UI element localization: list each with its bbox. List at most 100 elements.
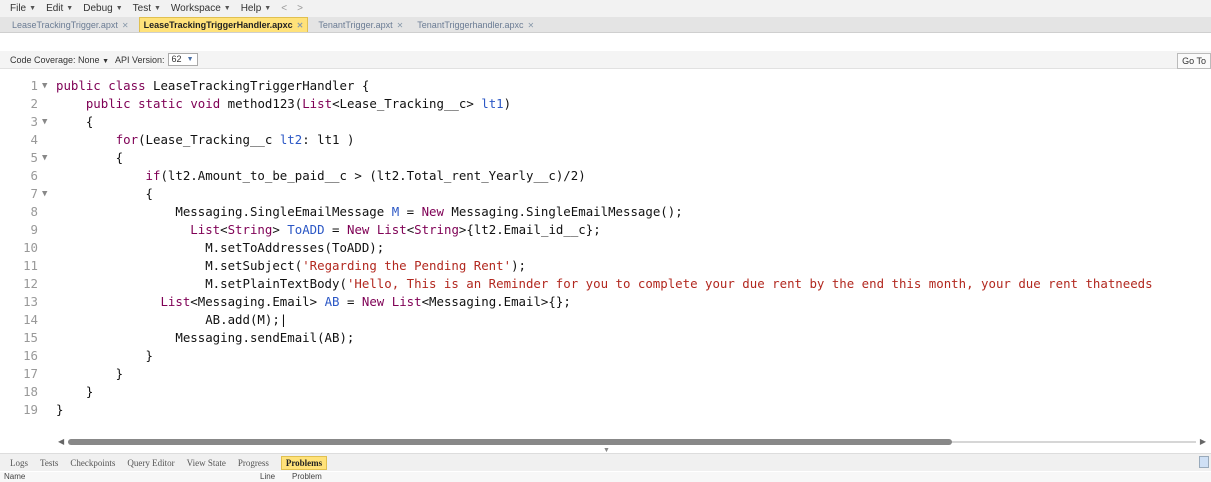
tab-problems[interactable]: Problems [280,455,328,470]
menu-debug[interactable]: Debug ▼ [83,3,122,14]
tab-view-state[interactable]: View State [187,458,226,468]
type-name: List [160,294,191,309]
code-text: Messaging.SingleEmailMessage M = New Mes… [56,204,683,219]
horizontal-scrollbar[interactable]: ◀ ▶ [56,437,1206,447]
menu-file[interactable]: File ▼ [10,3,36,14]
tab-checkpoints[interactable]: Checkpoints [70,458,115,468]
code-text: for(Lease_Tracking__c lt2: lt1 ) [115,132,355,147]
scroll-right-icon[interactable]: ▶ [1200,437,1206,446]
fold-toggle-icon[interactable]: ▼ [42,113,47,131]
menu-test[interactable]: Test ▼ [133,3,161,14]
line-number: 8 [30,204,38,219]
menu-edit[interactable]: Edit ▼ [46,3,73,14]
code-text: List<Messaging.Email> AB = New List<Mess… [160,294,571,309]
menu-workspace[interactable]: Workspace ▼ [171,3,231,14]
scrollbar-thumb[interactable] [68,439,952,445]
code-text: } [56,366,124,381]
variable: AB [324,294,340,309]
column-header-problem[interactable]: Problem [292,472,322,481]
tab-lease-tracking-trigger[interactable]: LeaseTrackingTrigger.apxt ✕ [8,18,133,32]
editor-toolbar: Code Coverage: None ▼ API Version: 62 ▼ G… [0,51,1211,69]
line-number: 18 [23,384,38,399]
type-name: List [376,222,407,237]
tab-tenant-trigger-handler[interactable]: TenantTriggerhandler.apxc ✕ [413,18,538,32]
type-name: List [302,96,333,111]
tab-tenant-trigger[interactable]: TenantTrigger.apxt ✕ [314,18,407,32]
column-header-line[interactable]: Line [260,472,275,481]
keyword: for [115,132,139,147]
line-number: 2 [30,96,38,111]
keyword: void [190,96,221,111]
line-number: 10 [23,240,38,255]
tab-label: LeaseTrackingTriggerHandler.apxc [143,20,293,30]
code-text: M.setPlainTextBody('Hello, This is an Re… [56,276,1153,291]
line-number: 14 [23,312,38,327]
string-literal: 'Hello, This is an Reminder for you to c… [346,276,1153,291]
close-icon[interactable]: ✕ [297,21,304,30]
code-text: public class LeaseTrackingTriggerHandler… [56,78,370,93]
chevron-down-icon: ▼ [66,5,74,12]
keyword: static [138,96,183,111]
column-header-name[interactable]: Name [4,472,25,481]
tab-query-editor[interactable]: Query Editor [127,458,174,468]
tab-progress[interactable]: Progress [238,458,269,468]
scroll-left-icon[interactable]: ◀ [58,437,64,446]
variable: lt1 [481,96,504,111]
line-number: 4 [30,132,38,147]
code-text: Messaging.sendEmail(AB); [56,330,355,345]
variable: lt2 [279,132,303,147]
close-icon[interactable]: ✕ [397,21,404,30]
tab-logs[interactable]: Logs [10,458,28,468]
line-number: 6 [30,168,38,183]
code-text: { [56,150,124,165]
code-text: if(lt2.Amount_to_be_paid__c > (lt2.Total… [145,168,586,183]
tab-tests[interactable]: Tests [40,458,58,468]
close-icon[interactable]: ✕ [528,21,535,30]
file-tab-bar: LeaseTrackingTrigger.apxt ✕ LeaseTracking… [0,17,1211,33]
api-version-select[interactable]: 62 ▼ [167,53,198,66]
menu-bar: File ▼ Edit ▼ Debug ▼ Test ▼ Workspace ▼ Help… [0,0,1211,17]
type-name: List [391,294,422,309]
fold-toggle-icon[interactable]: ▼ [42,149,47,167]
tab-lease-tracking-trigger-handler[interactable]: LeaseTrackingTriggerHandler.apxc ✕ [138,17,309,32]
chevron-down-icon: ▼ [29,5,37,12]
fold-toggle-icon[interactable]: ▼ [42,77,47,95]
code-text: AB.add(M);| [56,312,288,327]
code-text: M.setSubject('Regarding the Pending Rent… [56,258,526,273]
menu-help[interactable]: Help ▼ [241,3,272,14]
go-to-button[interactable]: Go To [1177,53,1211,69]
variable: ToADD [287,222,325,237]
line-number: 12 [23,276,38,291]
tab-label: TenantTrigger.apxt [318,20,393,30]
keyword: public [56,78,101,93]
chevron-down-icon: ▼ [115,5,123,12]
code-editor[interactable]: 1 ▼ public class LeaseTrackingTriggerHandl… [0,77,1211,435]
menu-debug-label: Debug [83,3,113,14]
panel-toggle-icon[interactable] [1199,456,1209,468]
code-text: M.setToAddresses(ToADD); [56,240,385,255]
chevron-down-icon: ▼ [186,56,194,63]
menu-test-label: Test [132,3,151,14]
tab-label: LeaseTrackingTrigger.apxt [12,20,118,30]
chevron-down-icon: ▼ [153,5,161,12]
forward-button[interactable]: > [297,3,303,14]
menu-file-label: File [10,3,27,14]
string-literal: 'Regarding the Pending Rent' [302,258,512,273]
bottom-panel-tabs: Logs Tests Checkpoints Query Editor View… [0,453,1211,471]
problems-table-header: Name Line Problem [0,472,1211,482]
fold-toggle-icon[interactable]: ▼ [42,185,47,203]
line-number: 17 [23,366,38,381]
close-icon[interactable]: ✕ [122,21,129,30]
menu-edit-label: Edit [46,3,64,14]
code-coverage-select[interactable]: Code Coverage: None ▼ [10,55,109,65]
api-version-value: 62 [171,54,182,64]
line-number: 16 [23,348,38,363]
menu-workspace-label: Workspace [170,3,221,14]
code-text: } [56,348,153,363]
tab-label: TenantTriggerhandler.apxc [417,20,524,30]
back-button[interactable]: < [281,3,287,14]
keyword: New [421,204,444,219]
code-coverage-label: Code Coverage: None [10,54,100,65]
api-version-label: API Version: [115,54,165,65]
code-text: public static void method123(List<Lease_… [85,96,512,111]
